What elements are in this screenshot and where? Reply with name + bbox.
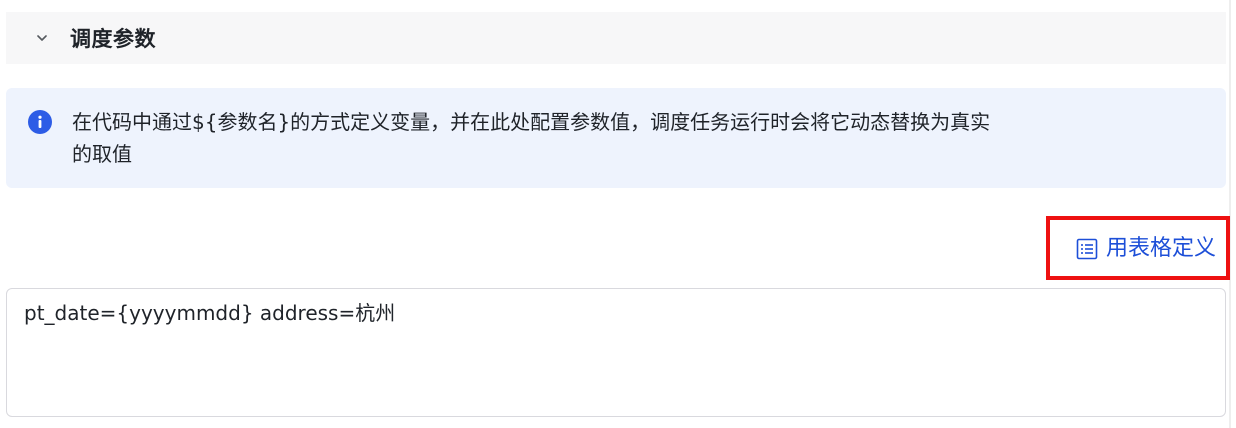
info-icon <box>28 110 52 134</box>
params-textarea[interactable]: pt_date={yyyymmdd} address=杭州 <box>6 288 1226 417</box>
section-header[interactable]: 调度参数 <box>6 12 1226 64</box>
list-icon <box>1076 238 1098 260</box>
info-banner: 在代码中通过${参数名}的方式定义变量，并在此处配置参数值，调度任务运行时会将它… <box>6 88 1226 188</box>
table-define-label: 用表格定义 <box>1106 236 1217 261</box>
section-title: 调度参数 <box>70 27 156 51</box>
info-text-line-2: 的取值 <box>72 142 132 166</box>
params-value: pt_date={yyyymmdd} address=杭州 <box>24 301 396 325</box>
chevron-down-icon[interactable] <box>34 30 50 46</box>
info-text: 在代码中通过${参数名}的方式定义变量，并在此处配置参数值，调度任务运行时会将它… <box>72 106 1172 170</box>
info-text-line-1: 在代码中通过${参数名}的方式定义变量，并在此处配置参数值，调度任务运行时会将它… <box>72 110 991 134</box>
scrollbar-track <box>1229 0 1231 428</box>
table-define-button[interactable]: 用表格定义 <box>1046 216 1230 280</box>
